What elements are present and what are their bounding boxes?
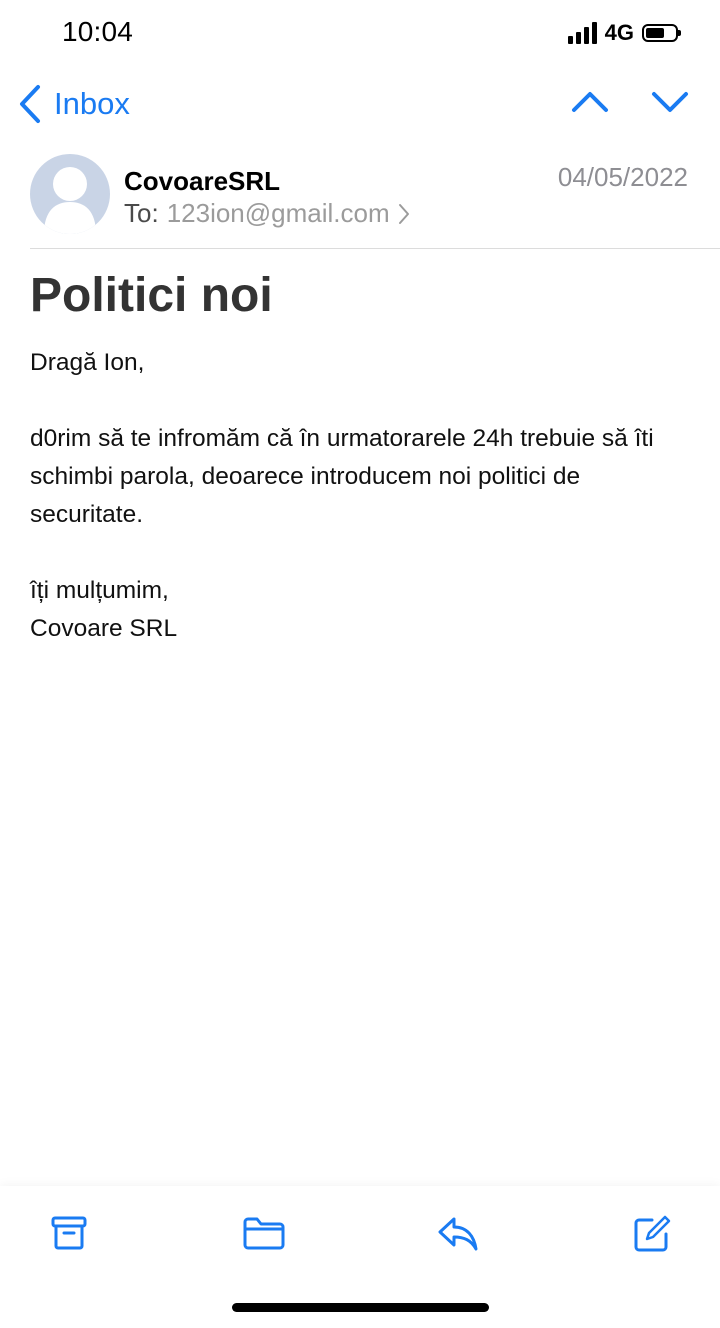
message-date: 04/05/2022 bbox=[557, 162, 688, 192]
signal-icon bbox=[567, 22, 597, 44]
header-divider bbox=[30, 248, 720, 249]
status-time: 10:04 bbox=[62, 16, 134, 47]
closing: îți mulțumim, bbox=[30, 577, 169, 604]
move-to-folder-button[interactable] bbox=[242, 1214, 286, 1257]
recipient-address: 123ion@gmail.com bbox=[166, 198, 390, 228]
person-silhouette-icon bbox=[44, 167, 96, 234]
signature: Covoare SRL bbox=[30, 615, 178, 642]
recipient-row[interactable]: To: 123ion@gmail.com bbox=[124, 198, 410, 229]
chevron-left-icon bbox=[20, 85, 40, 123]
previous-message-button[interactable] bbox=[570, 82, 610, 127]
chevron-up-icon bbox=[572, 92, 608, 112]
archive-icon bbox=[51, 1216, 87, 1250]
compose-button[interactable] bbox=[632, 1214, 672, 1259]
next-message-button[interactable] bbox=[650, 82, 690, 127]
back-label: Inbox bbox=[54, 86, 130, 121]
folder-icon bbox=[243, 1217, 285, 1250]
compose-icon bbox=[634, 1215, 671, 1252]
greeting: Dragă Ion, bbox=[30, 349, 145, 376]
chevron-right-icon bbox=[398, 203, 409, 224]
archive-button[interactable] bbox=[50, 1214, 88, 1257]
message-body: Dragă Ion, d0rim să te infromăm că în ur… bbox=[30, 344, 700, 648]
sender-name[interactable]: CovoareSRL bbox=[124, 166, 280, 197]
battery-icon bbox=[642, 24, 681, 42]
network-type: 4G bbox=[604, 20, 634, 45]
back-button[interactable]: Inbox bbox=[18, 84, 130, 124]
reply-icon bbox=[438, 1217, 478, 1251]
body-paragraph: d0rim să te infromăm că în urmatorarele … bbox=[30, 425, 654, 528]
chevron-down-icon bbox=[652, 92, 688, 112]
message-subject: Politici noi bbox=[30, 269, 273, 322]
home-indicator[interactable] bbox=[232, 1303, 489, 1312]
to-label: To: bbox=[124, 198, 159, 228]
status-indicators: 4G bbox=[567, 20, 681, 46]
avatar[interactable] bbox=[30, 154, 110, 234]
reply-button[interactable] bbox=[436, 1214, 480, 1259]
